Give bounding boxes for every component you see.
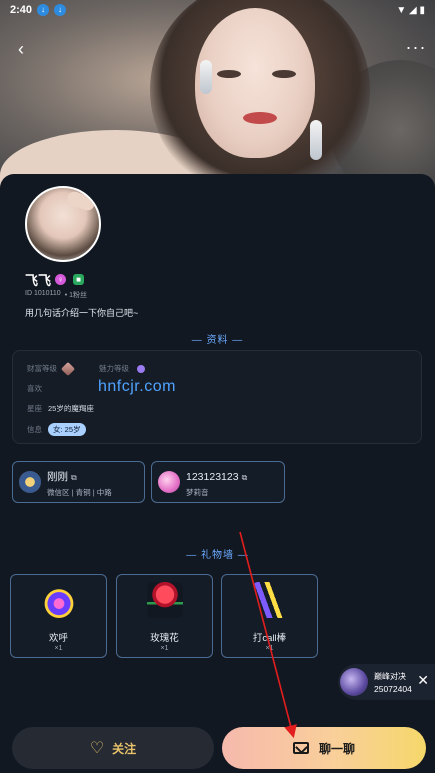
constellation-row: 星座 25岁的魔羯座: [27, 403, 94, 414]
close-icon[interactable]: ✕: [417, 672, 429, 689]
user-name: 飞飞: [25, 273, 52, 288]
chat-button[interactable]: 聊一聊: [222, 727, 426, 769]
live-room-id: 25072404: [374, 683, 412, 694]
charm-level-icon: [137, 364, 145, 373]
bio-text: 用几句话介绍一下你自己吧~: [25, 308, 139, 318]
basic-info-row: 信息 女: 25岁: [27, 423, 86, 436]
level-badge-icon: ■: [73, 274, 85, 285]
chat-label: 聊一聊: [318, 741, 355, 756]
gift-card[interactable]: 欢呼 ×1: [10, 574, 107, 658]
watermark-text: hnfcjr.com: [98, 378, 176, 395]
glowstick-gift-icon: [252, 582, 288, 618]
game-account-detail: 梦莉音: [186, 487, 209, 497]
level-row: 财富等级 魅力等级: [27, 361, 145, 376]
game-logo-icon: [158, 471, 180, 493]
rose-gift-icon: [147, 582, 183, 618]
constellation-label: 星座: [27, 404, 42, 413]
status-bar: 2:40 ↓ ↓ ▼ ◢ ▮: [0, 0, 435, 20]
user-id: ID 1010110: [25, 290, 61, 297]
mail-icon: [292, 742, 309, 754]
gift-section-title: — 礼物墙 —: [186, 550, 249, 561]
gift-count: ×1: [160, 645, 169, 652]
name-row: 飞飞 ♀ ■: [25, 270, 85, 289]
back-icon[interactable]: ‹: [10, 38, 32, 60]
status-icons: ▼ ◢ ▮: [396, 4, 425, 16]
download-icon: ↓: [37, 4, 50, 16]
follow-label: 关注: [112, 741, 137, 756]
wealth-level-icon: [60, 361, 76, 376]
gift-name: 欢呼: [48, 633, 68, 644]
gift-count: ×1: [265, 645, 274, 652]
gift-count: ×1: [54, 645, 63, 652]
game-account-card[interactable]: 刚刚 ⧉ 微信区 | 青铜 | 中路: [12, 461, 145, 503]
gift-card[interactable]: 打call棒 ×1: [221, 574, 318, 658]
avatar[interactable]: [25, 186, 101, 262]
constellation-value: 25岁的魔羯座: [48, 404, 94, 413]
follow-button[interactable]: ♡ 关注: [12, 727, 214, 769]
gift-name: 打call棒: [252, 633, 287, 644]
info-panel: 财富等级 魅力等级 喜欢 星座 25岁的魔羯座 信息 女: 25岁: [12, 350, 422, 444]
fans-count: • 1粉丝: [64, 292, 87, 299]
game-logo-icon: [19, 471, 41, 493]
download-icon: ↓: [54, 4, 67, 16]
game-account-detail: 微信区 | 青铜 | 中路: [47, 487, 112, 497]
gender-age-tag: 女: 25岁: [48, 423, 86, 436]
female-icon: ♀: [55, 274, 67, 285]
game-account-name: 123123123: [186, 470, 239, 483]
more-icon[interactable]: ···: [405, 38, 427, 60]
info-label: 信息: [27, 425, 42, 434]
game-account-card[interactable]: 123123123 ⧉ 梦莉音: [151, 461, 285, 503]
id-row: ID 1010110 • 1粉丝: [25, 290, 87, 300]
likes-label: 喜欢: [27, 384, 42, 393]
profile-cover-photo: [0, 0, 435, 200]
status-time: 2:40: [10, 4, 33, 16]
live-room-avatar: [340, 668, 368, 696]
live-room-title: 巅峰对决: [374, 671, 406, 681]
wealth-level-label: 财富等级: [27, 364, 57, 373]
gift-card[interactable]: 玫瑰花 ×1: [116, 574, 213, 658]
copy-icon[interactable]: ⧉: [242, 473, 248, 482]
live-room-chip[interactable]: 巅峰对决 25072404 ✕: [338, 664, 435, 700]
charm-level-label: 魅力等级: [99, 364, 129, 373]
copy-icon[interactable]: ⧉: [71, 473, 77, 482]
cheer-gift-icon: [41, 582, 77, 618]
heart-icon: ♡: [89, 740, 105, 757]
info-section-title: — 资料 —: [191, 335, 244, 346]
gift-name: 玫瑰花: [150, 633, 179, 644]
game-account-name: 刚刚: [47, 470, 68, 483]
likes-row: 喜欢: [27, 383, 42, 394]
